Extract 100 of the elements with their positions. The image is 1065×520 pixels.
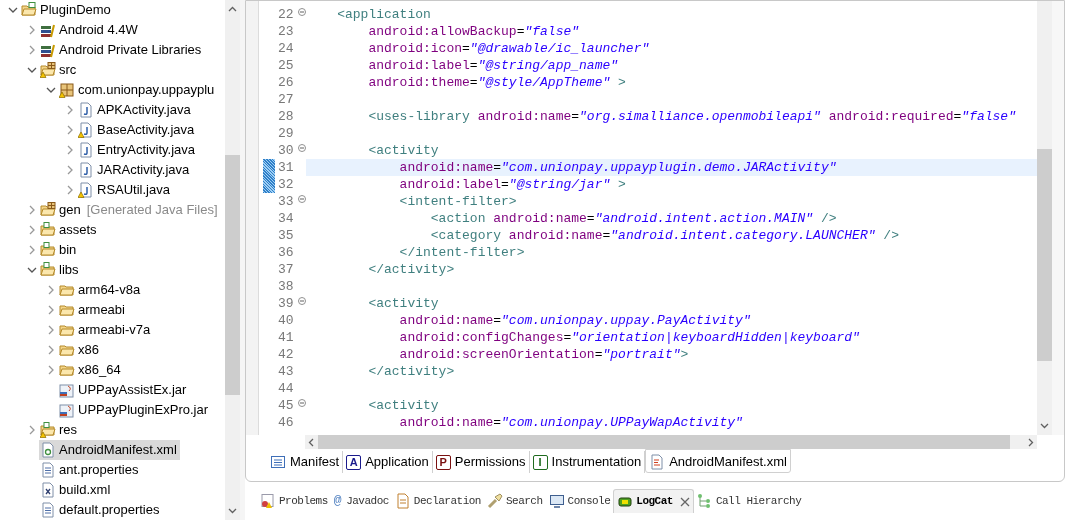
project-folder-icon <box>21 2 37 18</box>
line-number: 40 <box>277 312 295 329</box>
tree-item[interactable]: PluginDemo <box>20 0 114 20</box>
line-number: 23 <box>277 23 295 40</box>
close-icon[interactable] <box>679 496 690 507</box>
code-line: android:screenOrientation="portrait"> <box>398 347 689 362</box>
line-number: 38 <box>277 278 295 295</box>
line-number: 37 <box>277 261 295 278</box>
code-line: android:name="com.unionpay.uppay.PayActivity" <box>398 313 751 328</box>
view-tab[interactable]: Call Hierarchy <box>693 489 805 513</box>
jar-file-icon <box>59 402 75 418</box>
text-file-icon <box>40 502 56 518</box>
source-folder-icon <box>40 202 56 218</box>
line-number: 35 <box>277 227 295 244</box>
line-number: 29 <box>277 125 295 142</box>
tree-item[interactable]: default.properties <box>39 500 163 520</box>
manifest-file-icon <box>40 442 56 458</box>
code-line: android:label="@string/app_name" <box>367 58 619 73</box>
editor-scrollbar[interactable] <box>1037 1 1052 435</box>
editor-tab[interactable]: A Application <box>343 451 433 473</box>
tree-item[interactable]: res <box>39 420 81 440</box>
line-number: 45 <box>277 397 295 414</box>
tree-item[interactable]: bin <box>39 240 80 260</box>
collapse-icon[interactable] <box>298 195 306 203</box>
java-file-icon <box>78 182 94 198</box>
tree-item[interactable]: armeabi-v7a <box>58 320 154 340</box>
tree-item[interactable]: JARActivity.java <box>77 160 193 180</box>
tree-item[interactable]: Android 4.4W <box>39 20 141 40</box>
folder-icon <box>59 302 75 318</box>
scroll-right-icon[interactable] <box>1028 437 1034 447</box>
code-line: android:allowBackup="false" <box>367 24 580 39</box>
tree-item[interactable]: libs <box>39 260 82 280</box>
view-tab[interactable]: Search <box>483 489 546 513</box>
tree-item[interactable]: src <box>39 60 80 80</box>
line-number: 30 <box>277 142 295 159</box>
view-tab[interactable]: @ Javadoc <box>330 489 392 513</box>
tree-item[interactable]: build.xml <box>39 480 114 500</box>
tree-item[interactable]: x86_64 <box>58 360 124 380</box>
chevron-down-icon[interactable] <box>44 85 58 95</box>
line-number: 28 <box>277 108 295 125</box>
source-folder-icon <box>40 62 56 78</box>
flashlight-icon <box>486 493 503 509</box>
view-tab[interactable]: LogCat <box>613 489 694 513</box>
folder-icon <box>40 422 56 438</box>
folder-icon <box>59 362 75 378</box>
line-number: 22 <box>277 6 295 23</box>
xml-file-icon <box>649 454 666 470</box>
line-number: 26 <box>277 74 295 91</box>
collapse-icon[interactable] <box>298 399 306 407</box>
chevron-down-icon[interactable] <box>6 5 20 15</box>
scrollbar-thumb[interactable] <box>225 155 240 395</box>
view-tab[interactable]: Console <box>545 489 614 513</box>
view-tab[interactable]: Problems <box>257 489 331 513</box>
text-file-icon <box>40 462 56 478</box>
line-number: 33 <box>277 193 295 210</box>
collapse-icon[interactable] <box>298 144 306 152</box>
tree-item[interactable]: AndroidManifest.xml <box>39 440 180 460</box>
folder-icon <box>40 262 56 278</box>
scroll-down-icon[interactable] <box>1040 423 1049 429</box>
node-tree-icon <box>696 493 713 509</box>
tree-item[interactable]: RSAUtil.java <box>77 180 173 200</box>
scrollbar-thumb[interactable] <box>1037 149 1052 361</box>
tree-item[interactable]: Android Private Libraries <box>39 40 205 60</box>
scroll-up-icon[interactable] <box>228 6 237 12</box>
page-icon <box>394 493 411 509</box>
code-line: android:icon="@drawable/ic_launcher" <box>367 41 650 56</box>
tree-item[interactable]: UPPayPluginExPro.jar <box>58 400 212 420</box>
tree-item[interactable]: com.unionpay.uppayplu <box>58 80 218 100</box>
tree-item[interactable]: UPPayAssistEx.jar <box>58 380 190 400</box>
code-line: <activity <box>367 296 439 311</box>
line-number: 34 <box>277 210 295 227</box>
line-number: 25 <box>277 57 295 74</box>
code-line: <activity <box>367 143 439 158</box>
java-file-icon <box>78 102 94 118</box>
line-number: 36 <box>277 244 295 261</box>
scroll-left-icon[interactable] <box>308 437 314 447</box>
tree-item[interactable]: APKActivity.java <box>77 100 194 120</box>
scroll-down-icon[interactable] <box>228 508 237 514</box>
tree-item[interactable]: gen [Generated Java Files] <box>39 200 221 220</box>
tree-item[interactable]: EntryActivity.java <box>77 140 198 160</box>
tree-item[interactable]: x86 <box>58 340 102 360</box>
code-line: android:label="@string/jar" > <box>398 177 626 192</box>
code-line: android:name="com.unionpay.UPPayWapActivity" <box>398 415 743 430</box>
line-number: 39 <box>277 295 295 312</box>
collapse-icon[interactable] <box>298 297 306 305</box>
code-line: android:configChanges="orientation|keyboardHidden|keyboard" <box>398 330 860 345</box>
code-line: android:name="com.unionpay.uppayplugin.demo.JARActivity" <box>398 160 837 175</box>
editor-tab[interactable]: AndroidManifest.xml <box>645 449 791 473</box>
tree-item[interactable]: assets <box>39 220 100 240</box>
tree-item[interactable]: armeabi <box>58 300 128 320</box>
chevron-down-icon[interactable] <box>25 265 39 275</box>
tree-scrollbar[interactable] <box>225 0 240 520</box>
view-tab[interactable]: Declaration <box>391 489 484 513</box>
code-line: android:theme="@style/AppTheme" > <box>367 75 626 90</box>
collapse-icon[interactable] <box>298 8 306 16</box>
chevron-down-icon[interactable] <box>25 65 39 75</box>
folder-icon <box>40 222 56 238</box>
tree-item[interactable]: arm64-v8a <box>58 280 144 300</box>
tree-item[interactable]: ant.properties <box>39 460 142 480</box>
tree-item[interactable]: BaseActivity.java <box>77 120 198 140</box>
